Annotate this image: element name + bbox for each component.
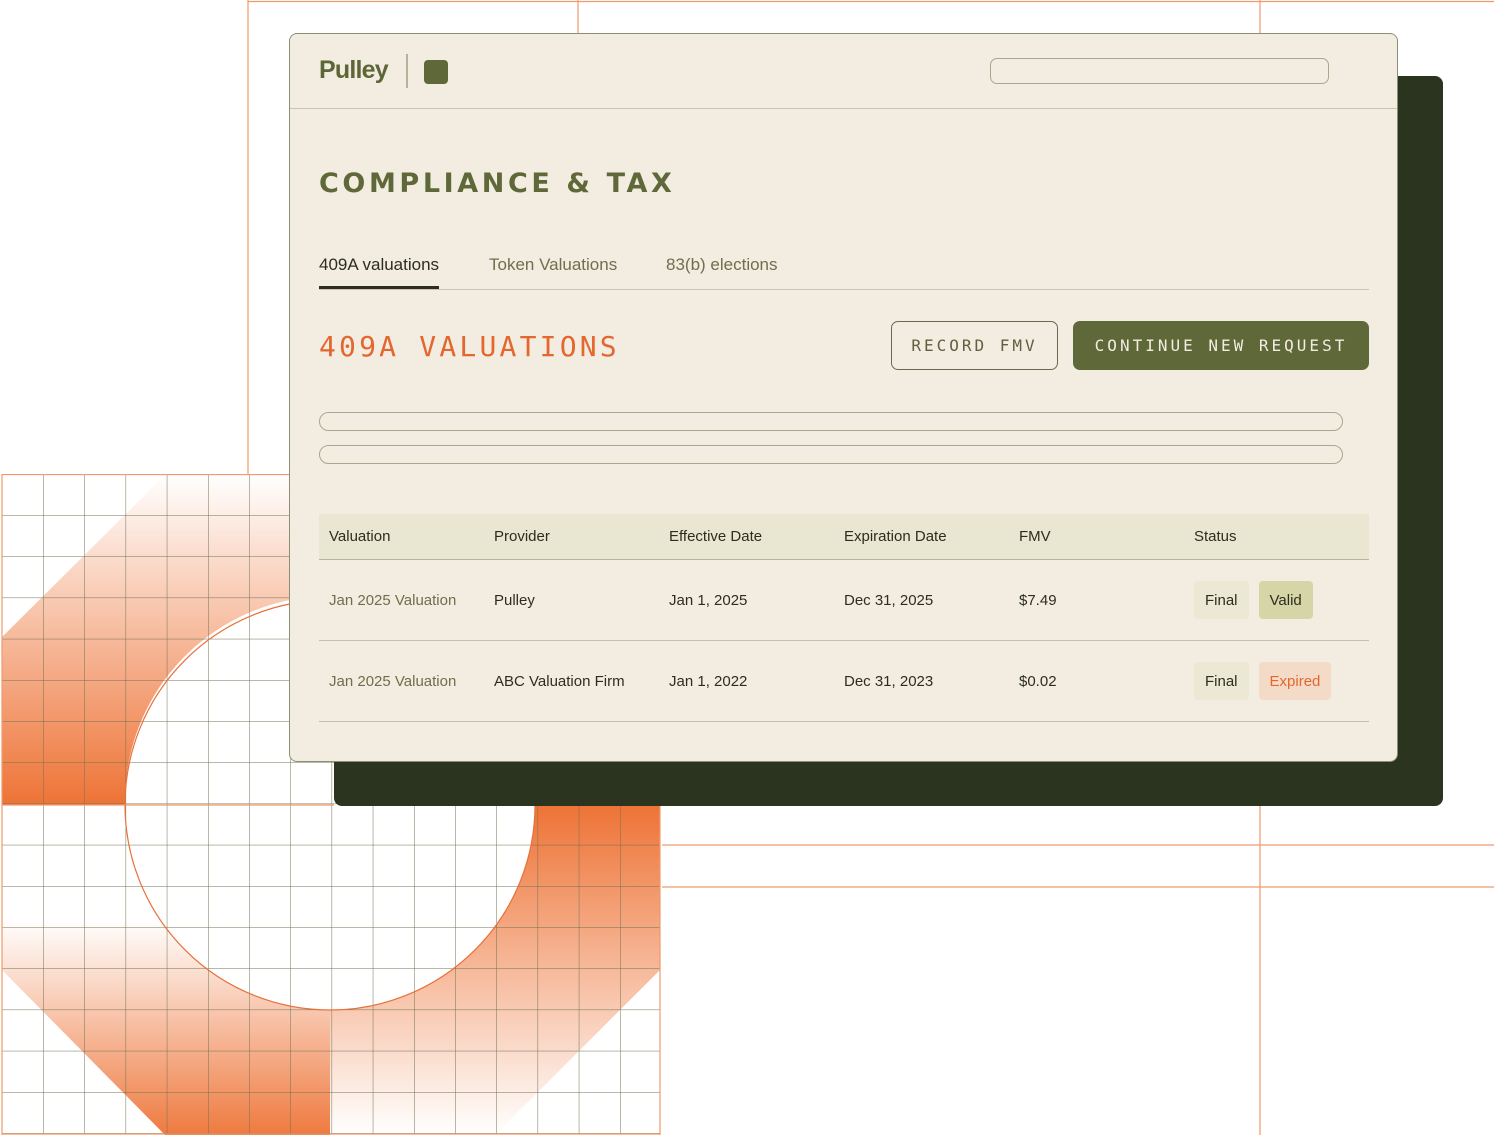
column-header-fmv[interactable]: FMV [1019,514,1051,559]
provider-cell: ABC Valuation Firm [494,672,625,690]
column-header-provider[interactable]: Provider [494,514,550,559]
table-row[interactable]: Jan 2025 Valuation Pulley Jan 1, 2025 De… [319,560,1369,641]
column-header-effective-date[interactable]: Effective Date [669,514,762,559]
tab-bar: 409A valuations Token Valuations 83(b) e… [319,252,1369,290]
section-title: 409A VALUATIONS [319,330,620,363]
effective-date-cell: Jan 1, 2022 [669,672,748,690]
provider-cell: Pulley [494,591,535,609]
pulley-logo[interactable]: Pulley [319,56,389,85]
valuation-name-link[interactable]: Jan 2025 Valuation [329,560,456,640]
filter-bar-placeholder[interactable] [319,412,1343,431]
effective-date-cell: Jan 1, 2025 [669,591,748,609]
company-square-icon[interactable] [424,60,448,84]
column-header-expiration-date[interactable]: Expiration Date [844,514,947,559]
status-badge-final: Final [1194,581,1249,619]
status-cell: Final Valid [1194,560,1313,640]
record-fmv-button[interactable]: RECORD FMV [891,321,1058,370]
column-header-valuation[interactable]: Valuation [329,514,390,559]
tab-409a-valuations[interactable]: 409A valuations [319,255,440,289]
filter-bar-placeholder[interactable] [319,445,1343,464]
status-badge-expired: Expired [1258,662,1332,700]
fmv-cell: $0.02 [1019,672,1057,690]
tab-token-valuations[interactable]: Token Valuations [489,255,617,286]
status-badge-final: Final [1194,662,1249,700]
fmv-cell: $7.49 [1019,591,1057,609]
search-input[interactable] [990,58,1329,84]
status-badge-valid: Valid [1258,581,1313,619]
tab-83b-elections[interactable]: 83(b) elections [666,255,778,286]
valuation-name-link[interactable]: Jan 2025 Valuation [329,641,456,721]
expiration-date-cell: Dec 31, 2023 [844,672,934,690]
table-row[interactable]: Jan 2025 Valuation ABC Valuation Firm Ja… [319,641,1369,722]
table-header-row: Valuation Provider Effective Date Expira… [319,514,1369,560]
valuations-table: Valuation Provider Effective Date Expira… [319,514,1369,722]
status-cell: Final Expired [1194,641,1332,721]
top-bar: Pulley [290,34,1397,109]
continue-new-request-button[interactable]: CONTINUE NEW REQUEST [1073,321,1369,370]
column-header-status[interactable]: Status [1194,514,1237,559]
logo-divider [406,54,408,88]
expiration-date-cell: Dec 31, 2025 [844,591,934,609]
page-title: COMPLIANCE & TAX [319,168,676,199]
app-window: Pulley COMPLIANCE & TAX 409A valuations … [289,33,1398,762]
